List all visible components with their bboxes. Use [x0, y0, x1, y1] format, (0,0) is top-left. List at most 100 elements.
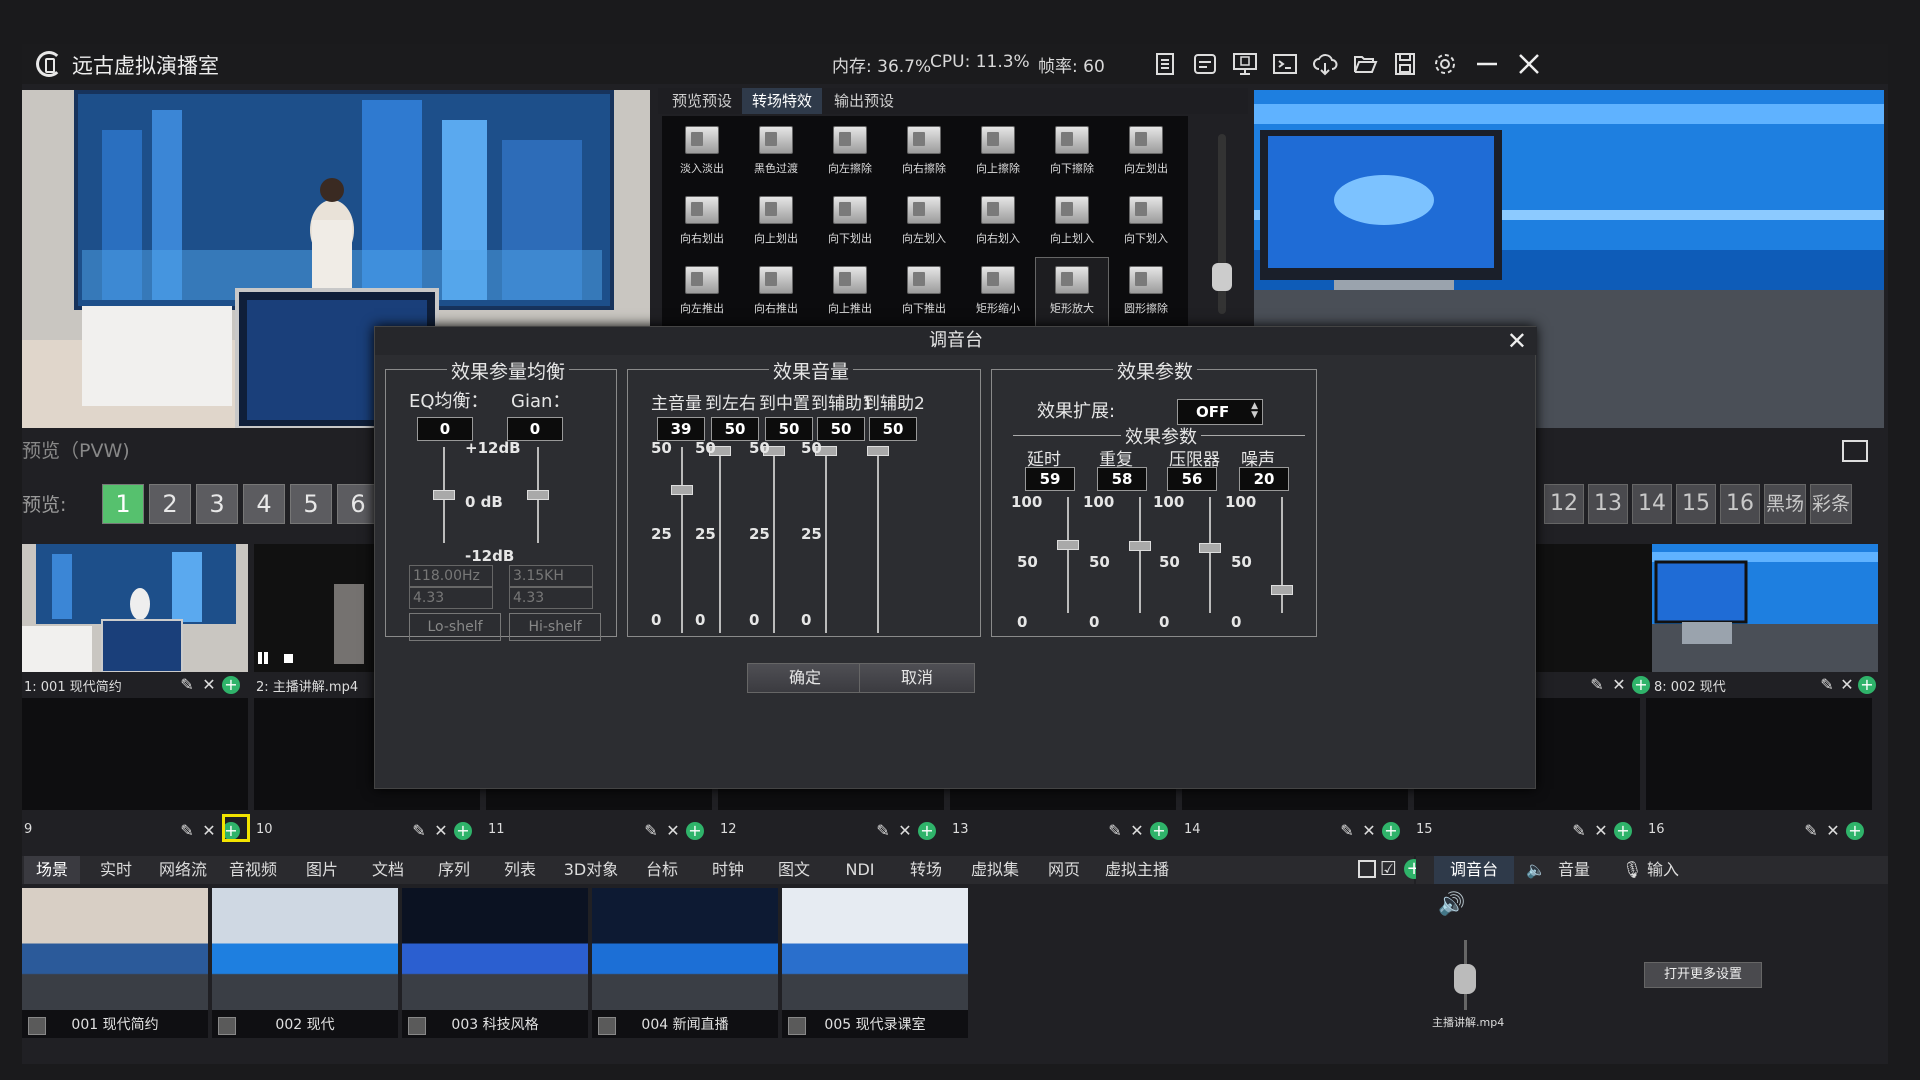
transition-1[interactable]: 黑色过渡 [740, 118, 812, 188]
transition-10[interactable]: 向左划入 [888, 188, 960, 258]
add-icon[interactable]: + [454, 822, 472, 840]
hi-shelf-button[interactable]: Hi-shelf [509, 613, 601, 641]
delete-icon[interactable]: ✕ [1822, 820, 1844, 842]
effect-knob-0[interactable] [1057, 539, 1079, 550]
effect-knob-3[interactable] [1271, 584, 1293, 595]
transition-13[interactable]: 向下划入 [1110, 188, 1182, 258]
transition-9[interactable]: 向下划出 [814, 188, 886, 258]
gain-value[interactable]: 0 [507, 417, 563, 441]
category-tab-15[interactable]: 网页 [1034, 856, 1094, 884]
category-tab-7[interactable]: 列表 [490, 856, 550, 884]
transition-7[interactable]: 向右划出 [666, 188, 738, 258]
preview-button-4[interactable]: 4 [243, 484, 285, 524]
delete-icon[interactable]: ✕ [198, 820, 220, 842]
edit-icon[interactable]: ✎ [1336, 820, 1358, 842]
scene-cell-16[interactable] [1646, 698, 1872, 810]
add-icon[interactable]: + [222, 676, 240, 694]
scene-thumb-4[interactable]: 005 现代录课室 [782, 888, 968, 1038]
transition-15[interactable]: 向右推出 [740, 258, 812, 328]
cloud-download-icon[interactable] [1310, 50, 1340, 78]
category-tab-11[interactable]: 图文 [764, 856, 824, 884]
scene-cell-8[interactable] [1652, 544, 1878, 672]
category-tab-1[interactable]: 实时 [86, 856, 146, 884]
minimize-icon[interactable] [1472, 50, 1502, 78]
delete-icon[interactable]: ✕ [1358, 820, 1380, 842]
delete-icon[interactable]: ✕ [1126, 820, 1148, 842]
folder-open-icon[interactable] [1350, 50, 1380, 78]
scene-cell-1[interactable] [22, 544, 248, 672]
volume-channel-value-3[interactable]: 50 [817, 417, 865, 441]
hi-q-input[interactable]: 4.33 [509, 587, 593, 609]
preview-right-button-3[interactable]: 15 [1676, 484, 1716, 524]
audio-fader-handle[interactable] [1454, 964, 1476, 994]
category-tab-12[interactable]: NDI [830, 856, 890, 884]
category-tab-5[interactable]: 文档 [358, 856, 418, 884]
volume-channel-value-2[interactable]: 50 [765, 417, 813, 441]
lo-shelf-button[interactable]: Lo-shelf [409, 613, 501, 641]
preview-right-button-6[interactable]: 彩条 [1810, 484, 1852, 524]
add-icon[interactable]: + [918, 822, 936, 840]
add-icon[interactable]: + [1614, 822, 1632, 840]
volume-channel-value-0[interactable]: 39 [657, 417, 705, 441]
lo-q-input[interactable]: 4.33 [409, 587, 493, 609]
transition-6[interactable]: 向左划出 [1110, 118, 1182, 188]
edit-icon[interactable]: ✎ [1104, 820, 1126, 842]
subtitle-icon[interactable] [1190, 50, 1220, 78]
preview-button-2[interactable]: 2 [149, 484, 191, 524]
add-icon[interactable]: + [1632, 676, 1650, 694]
add-icon[interactable]: + [686, 822, 704, 840]
preview-right-button-2[interactable]: 14 [1632, 484, 1672, 524]
preview-right-button-1[interactable]: 13 [1588, 484, 1628, 524]
tab-preview-preset[interactable]: 预览预设 [662, 88, 742, 114]
transition-19[interactable]: 矩形放大 [1035, 257, 1109, 329]
category-tab-3[interactable]: 音视频 [220, 856, 286, 884]
close-icon[interactable]: ✕ [1507, 329, 1527, 353]
transition-0[interactable]: 淡入淡出 [666, 118, 738, 188]
save-icon[interactable] [1390, 50, 1420, 78]
edit-icon[interactable]: ✎ [176, 674, 198, 696]
category-tab-16[interactable]: 虚拟主播 [1100, 856, 1174, 884]
add-icon[interactable]: + [1382, 822, 1400, 840]
edit-icon[interactable]: ✎ [1586, 674, 1608, 696]
effect-value-0[interactable]: 59 [1025, 467, 1075, 491]
preview-button-3[interactable]: 3 [196, 484, 238, 524]
edit-icon[interactable]: ✎ [408, 820, 430, 842]
delete-icon[interactable]: ✕ [198, 674, 220, 696]
checkbox-icon[interactable] [1358, 860, 1376, 878]
edit-icon[interactable]: ✎ [640, 820, 662, 842]
delete-icon[interactable]: ✕ [662, 820, 684, 842]
category-tab-14[interactable]: 虚拟集 [962, 856, 1028, 884]
transition-12[interactable]: 向上划入 [1036, 188, 1108, 258]
edit-icon[interactable]: ✎ [1816, 674, 1838, 696]
scene-thumb-3[interactable]: 004 新闻直播 [592, 888, 778, 1038]
console-icon[interactable] [1270, 50, 1300, 78]
multiview-monitor-icon[interactable] [1230, 50, 1260, 78]
check-all-icon[interactable]: ☑ [1380, 858, 1397, 880]
scene-thumb-2[interactable]: 003 科技风格 [402, 888, 588, 1038]
eq-slider-knob[interactable] [433, 490, 455, 500]
delete-icon[interactable]: ✕ [1590, 820, 1612, 842]
category-tab-10[interactable]: 时钟 [698, 856, 758, 884]
transition-14[interactable]: 向左推出 [666, 258, 738, 328]
transition-11[interactable]: 向右划入 [962, 188, 1034, 258]
category-tab-0[interactable]: 场景 [24, 856, 80, 884]
document-icon[interactable] [1150, 50, 1180, 78]
edit-icon[interactable]: ✎ [1800, 820, 1822, 842]
add-icon[interactable]: + [1846, 822, 1864, 840]
hi-freq-input[interactable]: 3.15KH [509, 565, 593, 587]
cancel-button[interactable]: 取消 [859, 663, 975, 693]
transition-20[interactable]: 圆形擦除 [1110, 258, 1182, 328]
delete-icon[interactable]: ✕ [1836, 674, 1858, 696]
close-icon[interactable] [1514, 50, 1544, 78]
category-tab-6[interactable]: 序列 [424, 856, 484, 884]
effect-value-2[interactable]: 56 [1167, 467, 1217, 491]
category-tab-4[interactable]: 图片 [292, 856, 352, 884]
preview-right-button-0[interactable]: 12 [1544, 484, 1584, 524]
transition-16[interactable]: 向上推出 [814, 258, 886, 328]
transition-17[interactable]: 向下推出 [888, 258, 960, 328]
effect-value-1[interactable]: 58 [1097, 467, 1147, 491]
tab-input[interactable]: 输入 [1638, 856, 1688, 884]
edit-icon[interactable]: ✎ [872, 820, 894, 842]
scene-thumb-1[interactable]: 002 现代 [212, 888, 398, 1038]
more-settings-button[interactable]: 打开更多设置 [1644, 962, 1762, 988]
